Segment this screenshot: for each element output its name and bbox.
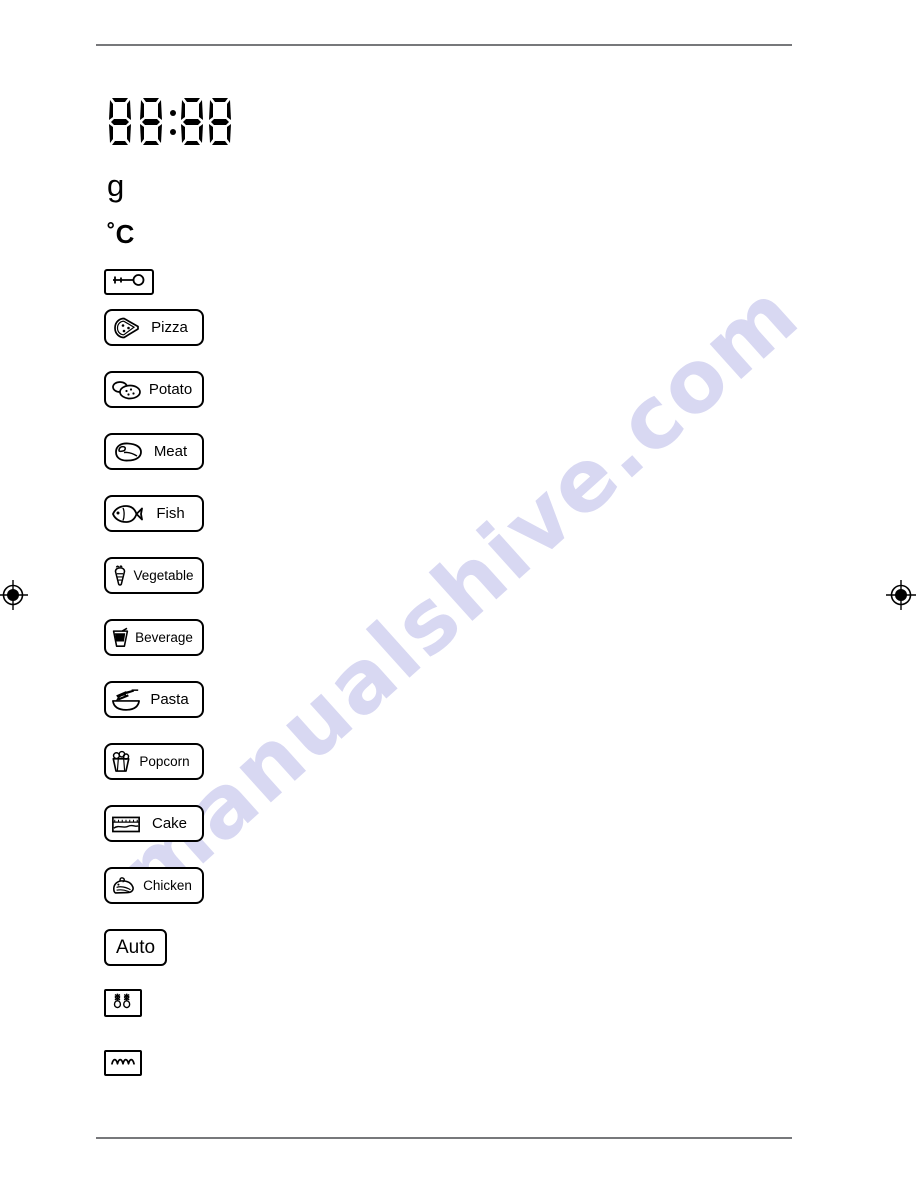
display-digit-1: [107, 96, 133, 146]
menu-button-beverage[interactable]: Beverage: [104, 619, 204, 656]
potato-icon: [111, 378, 143, 402]
child-lock-indicator[interactable]: [104, 269, 154, 295]
registration-mark-left: [0, 580, 28, 610]
display-colon: [169, 96, 177, 146]
header-rule: [96, 44, 792, 46]
microwave-mode-indicator[interactable]: [104, 1050, 142, 1076]
menu-button-label: Beverage: [135, 629, 193, 645]
menu-button-label: Potato: [148, 381, 193, 398]
menu-button-chicken[interactable]: Chicken: [104, 867, 204, 904]
footer-rule: [96, 1137, 792, 1139]
carrot-icon: [111, 564, 129, 588]
menu-button-pizza[interactable]: Pizza: [104, 309, 204, 346]
registration-mark-right: [886, 580, 916, 610]
menu-button-label: Vegetable: [133, 567, 194, 583]
cake-icon: [111, 812, 141, 836]
menu-button-label: Pasta: [150, 691, 189, 708]
grill-mode-indicator[interactable]: [104, 989, 142, 1017]
meat-icon: [111, 440, 143, 464]
pasta-bowl-icon: [111, 688, 141, 712]
menu-button-label: Pizza: [151, 319, 188, 336]
menu-button-label: Fish: [156, 505, 185, 522]
key-icon: [111, 273, 147, 292]
weight-unit-indicator: g: [107, 168, 125, 203]
menu-button-potato[interactable]: Potato: [104, 371, 204, 408]
popcorn-bucket-icon: [111, 750, 131, 774]
menu-button-fish[interactable]: Fish: [104, 495, 204, 532]
menu-button-label: Meat: [153, 443, 188, 460]
pizza-slice-icon: [111, 316, 141, 340]
auto-button[interactable]: Auto: [104, 929, 167, 966]
microwave-wave-icon: [110, 1054, 136, 1072]
chicken-icon: [111, 874, 137, 898]
menu-button-popcorn[interactable]: Popcorn: [104, 743, 204, 780]
auto-menu-button-list: Pizza Potato Meat Fish Vegetable Beverag…: [104, 309, 424, 904]
fish-icon: [111, 502, 143, 526]
control-panel: 88:88: [104, 96, 424, 1076]
menu-button-vegetable[interactable]: Vegetable: [104, 557, 204, 594]
display-digit-4: [207, 96, 233, 146]
temperature-unit-indicator: ˚C: [107, 219, 135, 249]
menu-button-cake[interactable]: Cake: [104, 805, 204, 842]
display-digit-3: [179, 96, 205, 146]
menu-button-pasta[interactable]: Pasta: [104, 681, 204, 718]
menu-button-meat[interactable]: Meat: [104, 433, 204, 470]
drink-cup-icon: [111, 626, 130, 650]
seven-segment-display: 88:88: [107, 96, 231, 148]
menu-button-label: Cake: [151, 815, 188, 832]
menu-button-label: Popcorn: [139, 753, 190, 769]
menu-button-label: Chicken: [143, 877, 192, 893]
display-digit-2: [138, 96, 164, 146]
grill-heating-element-icon: [111, 992, 135, 1014]
